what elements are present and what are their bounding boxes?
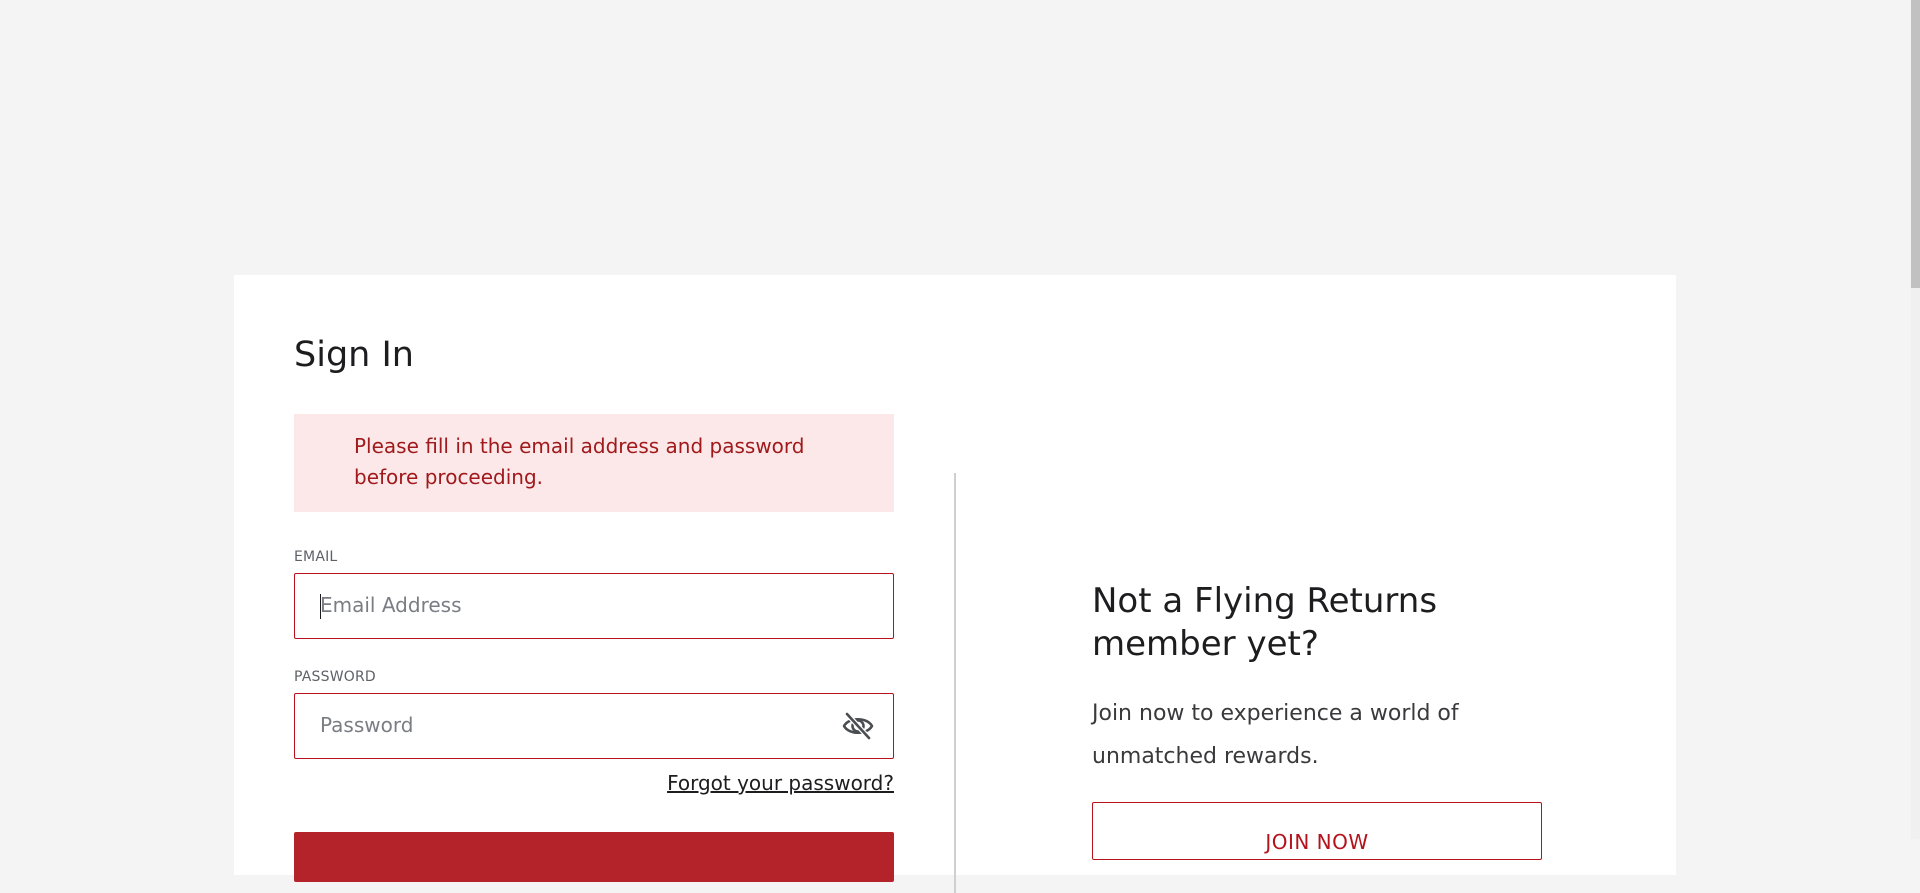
email-input[interactable]: [295, 574, 820, 636]
column-divider: [954, 473, 956, 893]
scrollbar-thumb[interactable]: [1911, 0, 1920, 288]
join-now-button[interactable]: JOIN NOW: [1092, 802, 1542, 860]
text-cursor: [320, 594, 321, 619]
error-alert: Please fill in the email address and pas…: [294, 414, 894, 512]
email-label: EMAIL: [294, 549, 338, 565]
promo-text: Join now to experience a world of unmatc…: [1092, 701, 1459, 769]
page-scrollbar[interactable]: [1911, 0, 1920, 839]
password-input[interactable]: [295, 694, 820, 756]
email-field-wrapper: [294, 573, 894, 639]
sign-in-card: Sign In Please fill in the email address…: [234, 275, 1676, 893]
sign-in-button[interactable]: [294, 832, 894, 882]
show-password-toggle[interactable]: [841, 711, 875, 741]
forgot-password-link[interactable]: Forgot your password?: [667, 771, 894, 795]
promo-heading: Not a Flying Returns member yet?: [1092, 581, 1438, 664]
eye-off-icon: [842, 712, 874, 740]
password-field-wrapper: [294, 693, 894, 759]
password-label: PASSWORD: [294, 669, 376, 685]
page-title: Sign In: [294, 335, 414, 375]
